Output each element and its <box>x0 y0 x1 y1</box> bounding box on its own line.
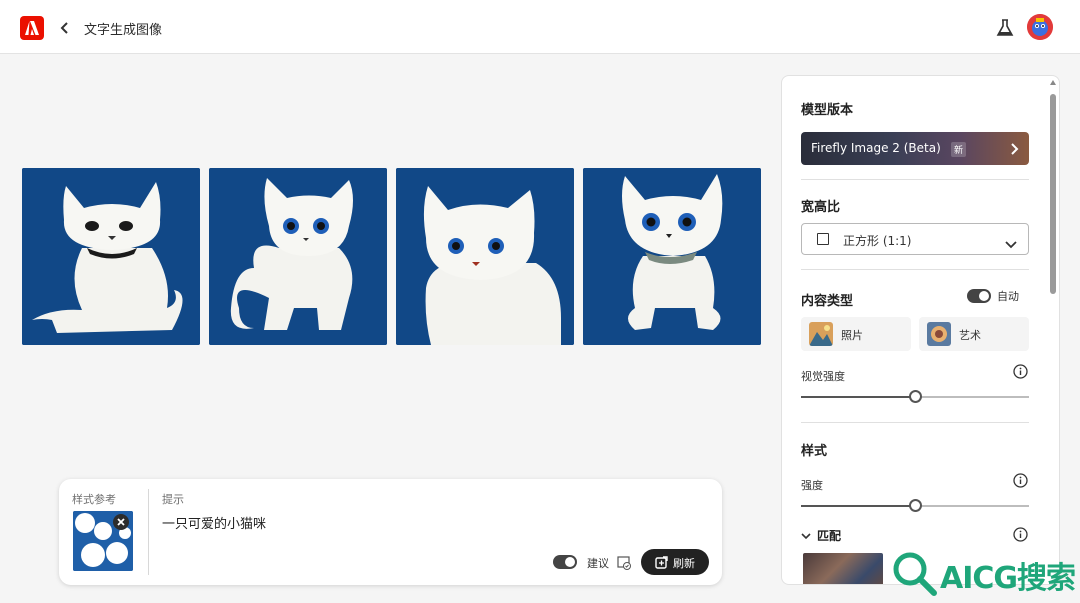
art-thumbnail-icon <box>927 322 951 346</box>
visual-strength-slider-fill <box>801 396 915 398</box>
page-title: 文字生成图像 <box>84 23 163 38</box>
model-version-heading: 模型版本 <box>801 103 854 118</box>
content-type-photo-button[interactable]: 照片 <box>801 317 911 351</box>
visual-strength-slider[interactable] <box>801 390 1029 403</box>
photo-thumbnail-icon <box>809 322 833 346</box>
user-avatar[interactable] <box>1027 14 1053 40</box>
chevron-down-icon <box>801 533 811 540</box>
generated-image-1[interactable] <box>22 168 200 345</box>
scroll-up-arrow-icon[interactable] <box>1050 80 1056 85</box>
strength-info-icon[interactable] <box>1013 473 1028 488</box>
model-version-card[interactable]: Firefly Image 2 (Beta) 新 <box>801 132 1029 165</box>
back-chevron-icon[interactable] <box>58 18 72 38</box>
chevron-right-icon <box>1009 141 1019 160</box>
refresh-button-label: 刷新 <box>673 557 695 570</box>
watermark: AICG搜索 <box>880 543 1080 603</box>
divider <box>801 269 1029 270</box>
content-type-art-label: 艺术 <box>959 329 981 342</box>
style-heading: 样式 <box>801 444 828 459</box>
visual-strength-info-icon[interactable] <box>1013 364 1028 379</box>
refresh-button[interactable]: 刷新 <box>641 549 709 575</box>
remove-style-reference-close-icon[interactable] <box>113 514 129 530</box>
labs-flask-icon[interactable] <box>996 18 1014 38</box>
auto-label: 自动 <box>997 290 1019 303</box>
top-bar: 文字生成图像 <box>0 0 1080 54</box>
divider <box>801 179 1029 180</box>
aspect-ratio-heading: 宽高比 <box>801 200 841 215</box>
content-type-heading: 内容类型 <box>801 294 854 309</box>
aspect-ratio-select[interactable]: 正方形 (1:1) <box>801 223 1029 255</box>
content-type-auto-toggle[interactable] <box>967 289 991 303</box>
square-icon <box>817 233 829 245</box>
watermark-text: AICG搜索 <box>940 561 1076 596</box>
content-type-art-button[interactable]: 艺术 <box>919 317 1029 351</box>
settings-panel: 模型版本 Firefly Image 2 (Beta) 新 宽高比 正方形 (1… <box>781 75 1060 585</box>
strength-slider[interactable] <box>801 499 1029 512</box>
divider <box>148 489 149 575</box>
adobe-logo-icon[interactable] <box>20 16 44 40</box>
aspect-ratio-value: 正方形 (1:1) <box>843 234 912 248</box>
divider <box>801 422 1029 423</box>
prompt-input[interactable]: 一只可爱的小猫咪 <box>162 513 702 532</box>
match-label: 匹配 <box>817 529 842 543</box>
strength-slider-fill <box>801 505 915 507</box>
suggestions-label: 建议 <box>587 557 609 570</box>
strength-slider-thumb[interactable] <box>909 499 922 512</box>
match-style-thumbnail[interactable] <box>803 553 883 584</box>
settings-scrollbar[interactable] <box>1050 80 1056 585</box>
prompt-panel: 样式参考 提示 一只可爱的小猫咪 建议 刷新 <box>59 479 722 585</box>
generated-image-2[interactable] <box>209 168 387 345</box>
prompt-label: 提示 <box>162 493 184 506</box>
new-badge: 新 <box>951 142 967 157</box>
generated-image-3[interactable] <box>396 168 574 345</box>
match-section-toggle[interactable]: 匹配 <box>801 527 841 544</box>
match-info-icon[interactable] <box>1013 527 1028 542</box>
generated-image-4[interactable] <box>583 168 761 345</box>
strength-label: 强度 <box>801 479 823 492</box>
search-magnifier-icon <box>893 552 937 596</box>
scrollbar-thumb[interactable] <box>1050 94 1056 294</box>
model-name: Firefly Image 2 (Beta) <box>811 141 941 155</box>
visual-strength-slider-thumb[interactable] <box>909 390 922 403</box>
style-reference-label: 样式参考 <box>72 493 116 506</box>
content-type-photo-label: 照片 <box>841 329 863 342</box>
suggestions-toggle[interactable] <box>553 555 577 569</box>
chevron-down-icon <box>1005 234 1017 253</box>
visual-strength-label: 视觉强度 <box>801 370 845 383</box>
suggestions-image-icon[interactable] <box>617 555 631 570</box>
